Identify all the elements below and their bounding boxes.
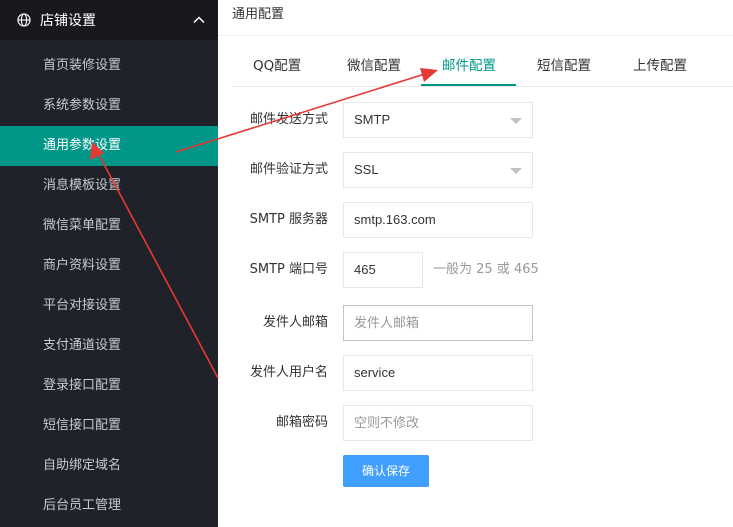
row-smtp-server: SMTP 服务器	[218, 202, 733, 238]
mail-password-label: 邮箱密码	[275, 415, 328, 430]
sidebar-menu: 首页装修设置 系统参数设置 通用参数设置 消息模板设置 微信菜单配置 商户资料设…	[0, 40, 218, 526]
sidebar-item-message-templates[interactable]: 消息模板设置	[0, 166, 218, 206]
smtp-port-hint: 一般为 25 或 465	[433, 262, 539, 277]
sender-email-label: 发件人邮箱	[262, 315, 328, 330]
tab-qq[interactable]: QQ配置	[232, 46, 326, 86]
smtp-server-label: SMTP 服务器	[249, 212, 328, 227]
auth-method-value: SSL	[354, 162, 379, 177]
sidebar-group-header[interactable]: 店铺设置	[0, 0, 218, 40]
row-sender-username: 发件人用户名	[218, 355, 733, 391]
sidebar: 店铺设置 首页装修设置 系统参数设置 通用参数设置 消息模板设置 微信菜单配置 …	[0, 0, 218, 527]
chevron-up-icon[interactable]	[192, 13, 206, 27]
row-auth-method: 邮件验证方式 SSL	[218, 152, 733, 188]
smtp-port-input[interactable]	[354, 253, 416, 286]
smtp-server-field[interactable]	[343, 202, 533, 238]
tab-email[interactable]: 邮件配置	[421, 46, 516, 86]
sidebar-item-platform-integration[interactable]: 平台对接设置	[0, 286, 218, 326]
sender-email-input[interactable]	[354, 306, 524, 339]
sidebar-item-staff-management[interactable]: 后台员工管理	[0, 486, 218, 526]
auth-method-label: 邮件验证方式	[249, 162, 328, 177]
app-window: 店铺设置 首页装修设置 系统参数设置 通用参数设置 消息模板设置 微信菜单配置 …	[0, 0, 733, 527]
sidebar-item-payment-channels[interactable]: 支付通道设置	[0, 326, 218, 366]
send-method-value: SMTP	[354, 112, 391, 127]
sidebar-item-system-params[interactable]: 系统参数设置	[0, 86, 218, 126]
sidebar-item-sms-api[interactable]: 短信接口配置	[0, 406, 218, 446]
save-button[interactable]: 确认保存	[343, 455, 429, 487]
breadcrumb: 通用配置	[218, 0, 733, 36]
smtp-port-field[interactable]	[343, 252, 423, 288]
sidebar-group-title: 店铺设置	[40, 13, 96, 29]
tab-upload[interactable]: 上传配置	[612, 46, 708, 86]
row-sender-email: 发件人邮箱	[218, 305, 733, 341]
row-send-method: 邮件发送方式 SMTP	[218, 102, 733, 138]
sidebar-item-login-api[interactable]: 登录接口配置	[0, 366, 218, 406]
row-smtp-port: SMTP 端口号 一般为 25 或 465	[218, 252, 733, 288]
dropdown-caret-icon	[510, 168, 522, 174]
mail-password-input[interactable]	[354, 406, 524, 439]
smtp-server-input[interactable]	[354, 203, 524, 236]
sender-username-label: 发件人用户名	[249, 365, 328, 380]
config-tabs: QQ配置 微信配置 邮件配置 短信配置 上传配置	[232, 46, 733, 87]
sidebar-item-homepage-decoration[interactable]: 首页装修设置	[0, 46, 218, 86]
send-method-select[interactable]: SMTP	[343, 102, 533, 138]
smtp-port-label: SMTP 端口号	[249, 262, 328, 277]
tab-wechat[interactable]: 微信配置	[326, 46, 421, 86]
sidebar-item-general-params[interactable]: 通用参数设置	[0, 126, 218, 166]
row-mail-password: 邮箱密码	[218, 405, 733, 441]
sender-username-input[interactable]	[354, 356, 524, 389]
auth-method-select[interactable]: SSL	[343, 152, 533, 188]
sidebar-item-wechat-menu[interactable]: 微信菜单配置	[0, 206, 218, 246]
send-method-label: 邮件发送方式	[249, 112, 328, 127]
main-content: 通用配置 QQ配置 微信配置 邮件配置 短信配置 上传配置 邮件发送方式 SMT…	[218, 0, 733, 527]
tab-sms[interactable]: 短信配置	[516, 46, 612, 86]
sender-email-field[interactable]	[343, 305, 533, 341]
globe-icon	[17, 13, 31, 27]
sidebar-item-merchant-profile[interactable]: 商户资料设置	[0, 246, 218, 286]
sidebar-item-custom-domain[interactable]: 自助绑定域名	[0, 446, 218, 486]
mail-password-field[interactable]	[343, 405, 533, 441]
sender-username-field[interactable]	[343, 355, 533, 391]
dropdown-caret-icon	[510, 118, 522, 124]
